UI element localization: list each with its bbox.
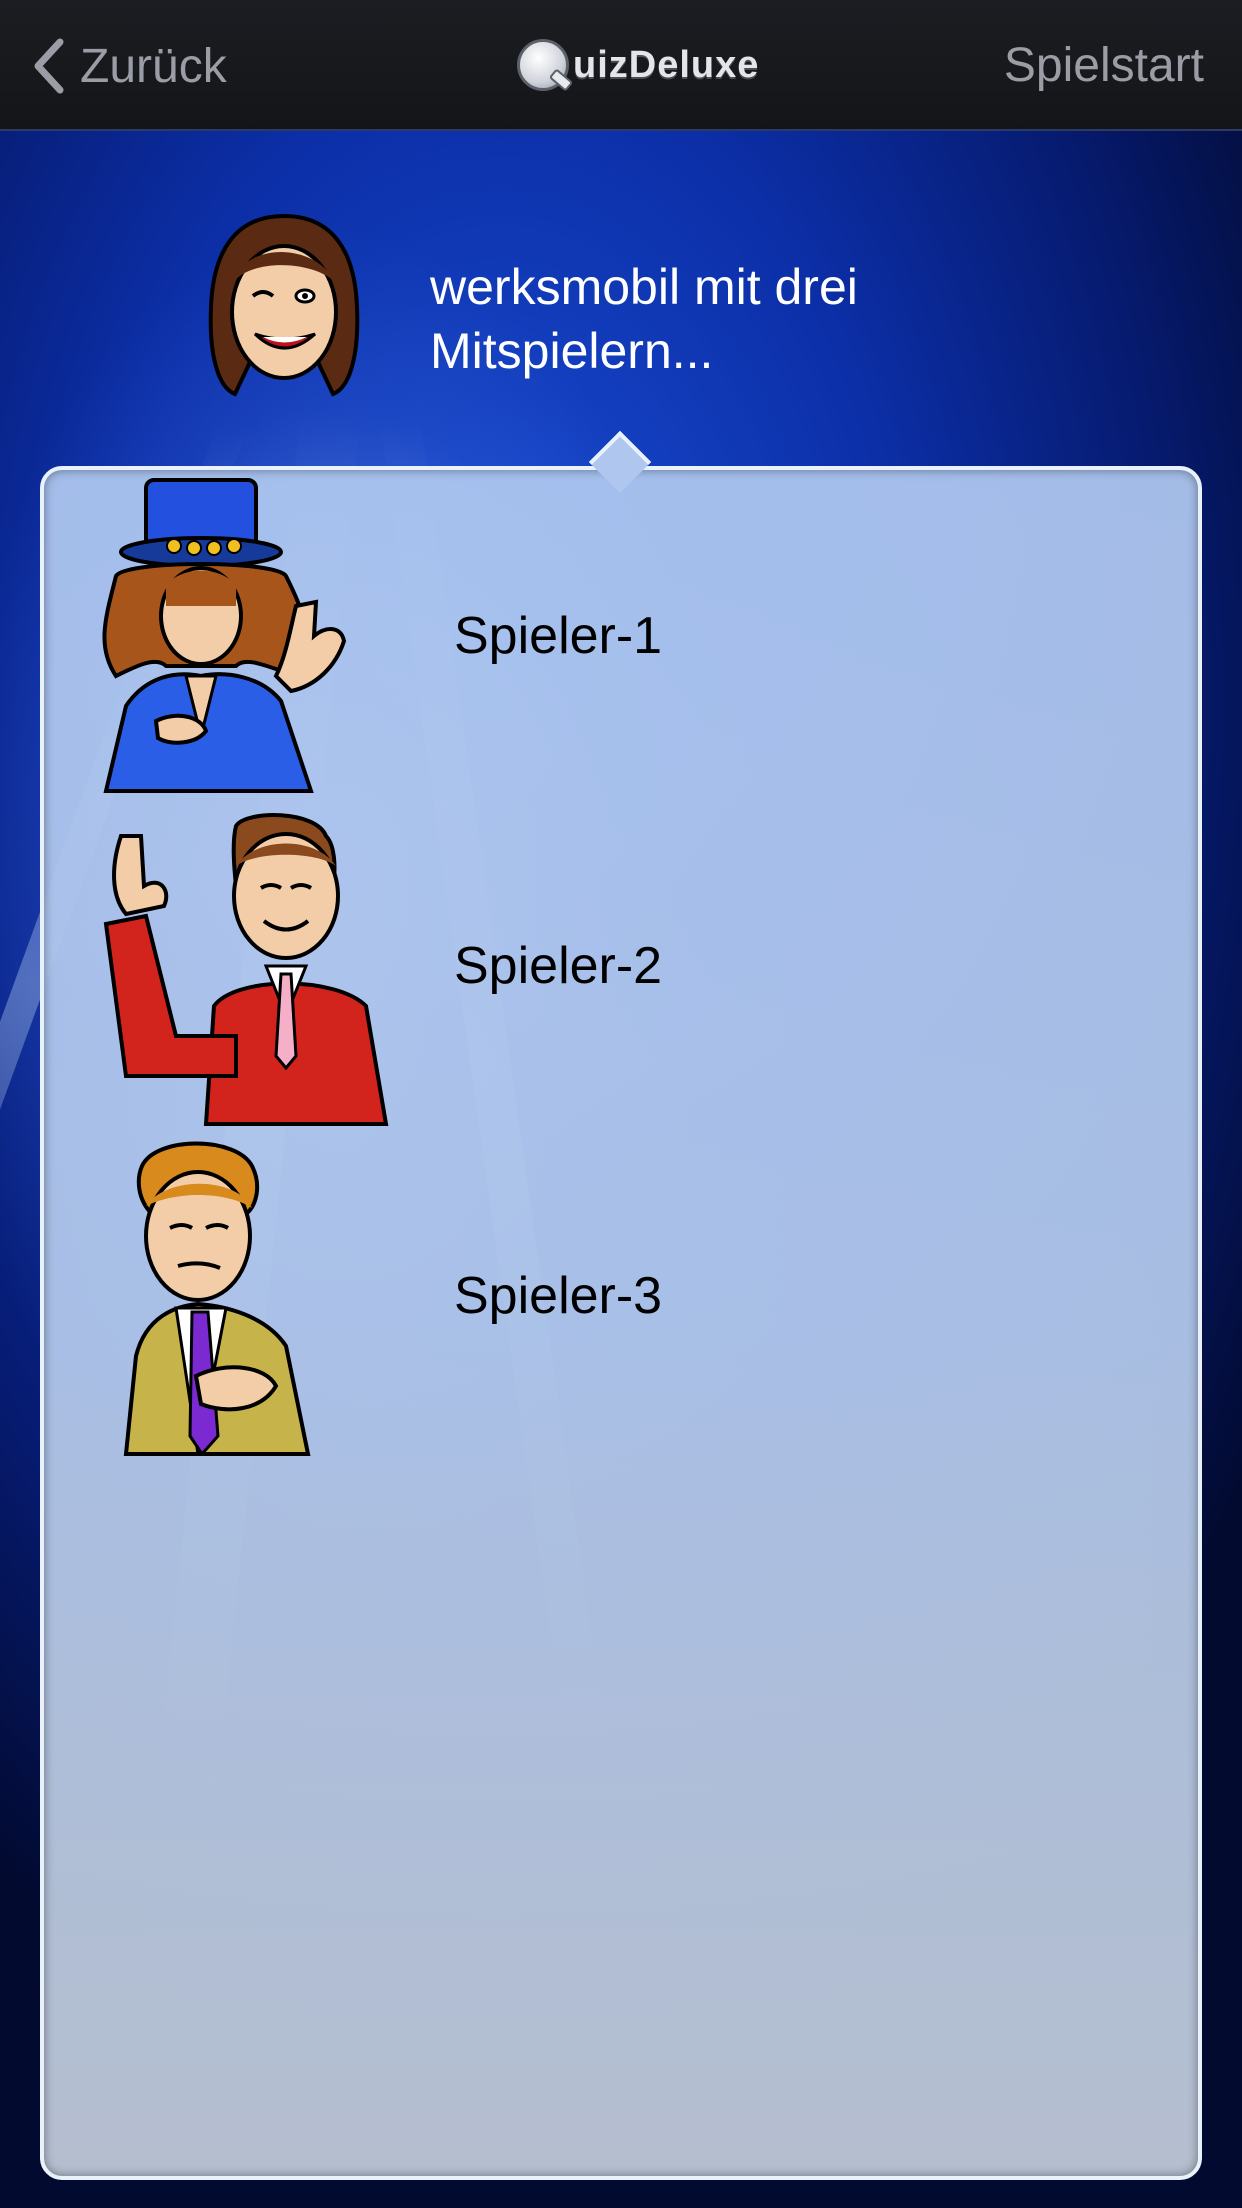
host-woman-avatar-icon <box>205 212 363 400</box>
host-message-line: werksmobil mit drei <box>430 259 858 315</box>
player-row-2[interactable]: Spieler-2 <box>86 806 1166 1126</box>
man-olive-jacket-avatar-icon <box>86 1136 416 1457</box>
navigation-bar: Zurück uizDeluxe Spielstart <box>0 0 1242 131</box>
host-message: werksmobil mit drei Mitspielern... <box>430 255 1150 383</box>
player-row-1[interactable]: Spieler-1 <box>86 476 1166 796</box>
rocker-avatar-icon <box>86 476 416 796</box>
back-button[interactable]: Zurück <box>30 30 227 102</box>
player-row-3[interactable]: Spieler-3 <box>86 1136 1166 1457</box>
back-button-label: Zurück <box>80 39 227 93</box>
logo-q-icon <box>517 39 569 91</box>
logo-text: uizDeluxe <box>573 43 760 86</box>
app-logo: uizDeluxe <box>517 32 759 98</box>
player-name: Spieler-2 <box>454 937 663 995</box>
player-name: Spieler-1 <box>454 607 663 665</box>
host-message-line: Mitspielern... <box>430 323 714 379</box>
chevron-left-icon <box>34 38 64 94</box>
player-name: Spieler-3 <box>454 1267 663 1325</box>
businessman-red-avatar-icon <box>86 806 416 1126</box>
start-game-button[interactable]: Spielstart <box>1004 30 1204 102</box>
